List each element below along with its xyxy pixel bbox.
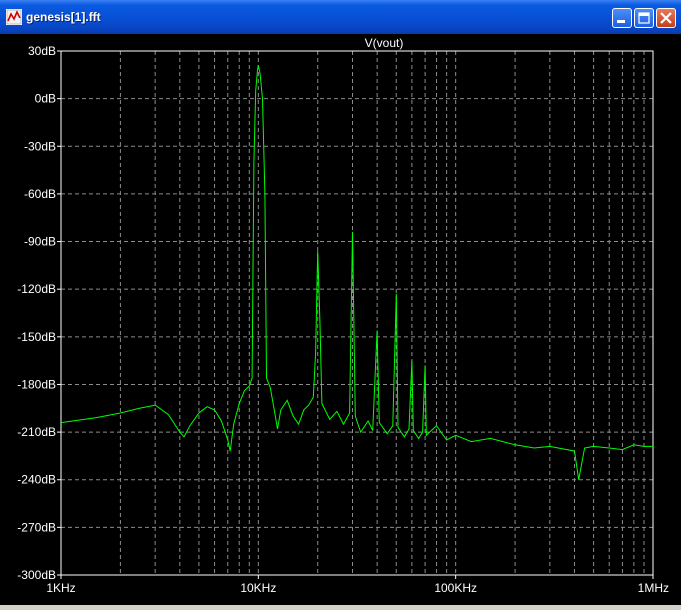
close-icon bbox=[660, 12, 672, 24]
y-tick-label: -60dB bbox=[24, 187, 56, 201]
plot-area[interactable]: 30dB 0dB -30dB -60dB -90dB -120dB -150dB -180dB… bbox=[0, 34, 681, 605]
y-tick-label: -30dB bbox=[24, 139, 56, 153]
grid-lines bbox=[61, 51, 653, 575]
maximize-button[interactable] bbox=[634, 8, 654, 28]
fft-chart[interactable]: 30dB 0dB -30dB -60dB -90dB -120dB -150dB -180dB… bbox=[0, 34, 681, 605]
y-tick-label: -150dB bbox=[17, 330, 56, 344]
x-tick-label: 10KHz bbox=[240, 581, 276, 595]
y-tick-label: -210dB bbox=[17, 425, 56, 439]
fft-window: genesis[1].fft 30dB 0dB -30dB -60dB -90dB -12… bbox=[0, 0, 681, 605]
y-tick-label: -270dB bbox=[17, 520, 56, 534]
series-trace bbox=[60, 65, 653, 480]
x-tick-label: 1KHz bbox=[46, 581, 75, 595]
y-tick-label: 0dB bbox=[35, 92, 56, 106]
x-tick-label: 1MHz bbox=[638, 581, 669, 595]
y-tick-label: -90dB bbox=[24, 235, 56, 249]
maximize-icon bbox=[638, 12, 650, 24]
y-tick-label: -180dB bbox=[17, 377, 56, 391]
y-tick-label: -120dB bbox=[17, 282, 56, 296]
title-bar[interactable]: genesis[1].fft bbox=[0, 0, 681, 34]
minimize-button[interactable] bbox=[612, 8, 632, 28]
legend-series-label: V(vout) bbox=[365, 36, 404, 50]
x-tick-label: 100KHz bbox=[434, 581, 477, 595]
window-title: genesis[1].fft bbox=[26, 10, 101, 24]
axis-ticks: 30dB 0dB -30dB -60dB -90dB -120dB -150dB -180dB… bbox=[17, 44, 669, 595]
minimize-icon bbox=[617, 20, 625, 23]
y-tick-label: -300dB bbox=[17, 568, 56, 582]
y-tick-label: -240dB bbox=[17, 473, 56, 487]
close-button[interactable] bbox=[656, 8, 676, 28]
plot-frame bbox=[60, 50, 654, 576]
y-tick-label: 30dB bbox=[28, 44, 56, 58]
waveform-icon bbox=[6, 9, 22, 25]
